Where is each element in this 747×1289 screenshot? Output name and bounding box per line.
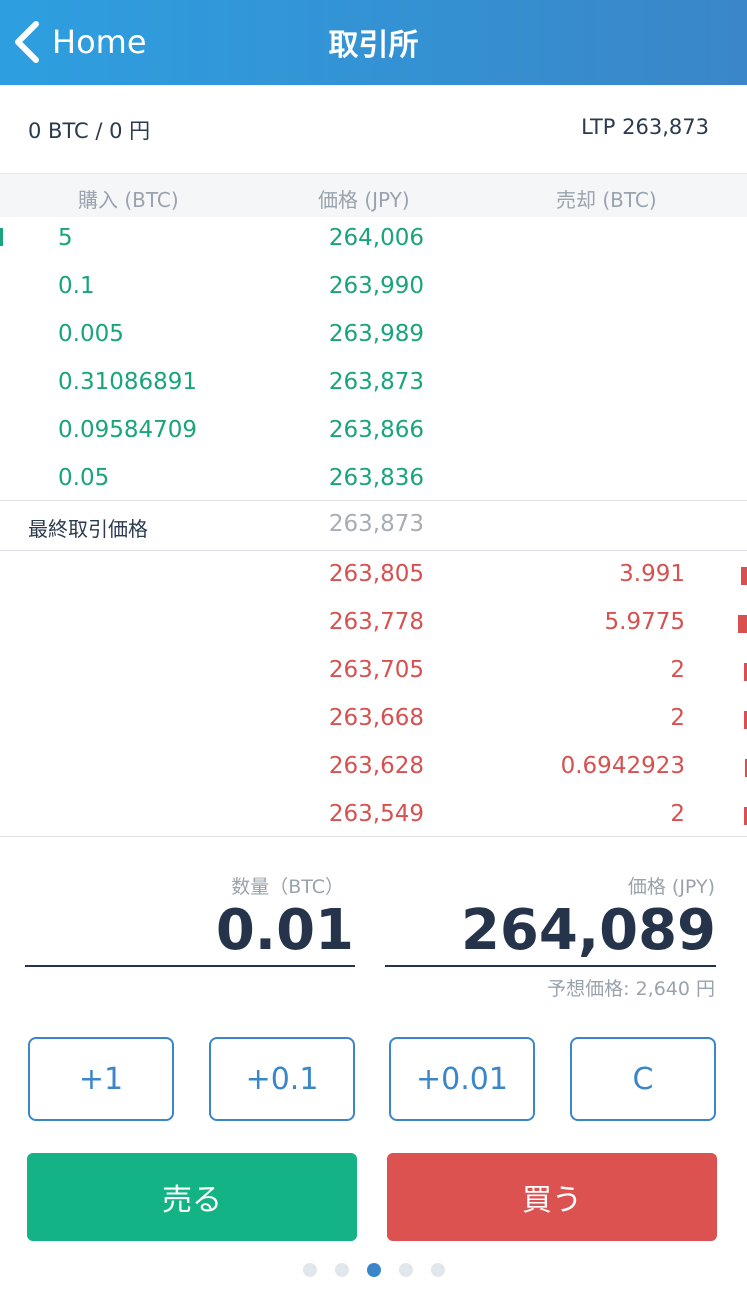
bid-quantity: 0.005 <box>58 321 124 347</box>
bid-price: 264,006 <box>328 225 424 251</box>
page-dot[interactable] <box>302 1263 317 1277</box>
price-input[interactable]: 264,089 <box>386 898 716 963</box>
ask-price: 263,805 <box>328 561 424 587</box>
last-trade-price: 263,873 <box>328 511 424 537</box>
ask-column-header: 売却 (BTC) <box>556 188 657 212</box>
price-label: 価格 (JPY) <box>627 876 715 898</box>
bid-quantity: 0.05 <box>58 465 110 491</box>
ask-row[interactable]: 263,705 2 <box>0 649 747 697</box>
estimated-price: 予想価格: 2,640 円 <box>547 978 715 1000</box>
bid-quantity: 0.1 <box>58 273 95 299</box>
divider <box>0 550 747 551</box>
bid-quantity: 0.31086891 <box>58 369 198 395</box>
ask-quantity: 5.9775 <box>604 609 685 635</box>
page-title: 取引所 <box>328 28 419 63</box>
bid-row[interactable]: 0.31086891 263,873 <box>0 361 747 409</box>
bid-price: 263,866 <box>328 417 424 443</box>
ltp-text: LTP 263,873 <box>581 115 709 139</box>
balance-row: 0 BTC / 0 円 LTP 263,873 <box>0 85 747 173</box>
clear-button[interactable]: C <box>570 1037 716 1121</box>
step-plus-1-button[interactable]: +1 <box>28 1037 174 1121</box>
app-header: Home 取引所 <box>0 0 747 85</box>
price-underline <box>385 965 716 967</box>
quantity-input[interactable]: 0.01 <box>26 898 354 963</box>
ask-price: 263,778 <box>328 609 424 635</box>
divider <box>0 836 747 837</box>
bid-row[interactable]: 0.1 263,990 <box>0 265 747 313</box>
ask-quantity: 0.6942923 <box>560 753 685 779</box>
page-dot[interactable] <box>334 1263 349 1277</box>
bid-row[interactable]: 0.09584709 263,866 <box>0 409 747 457</box>
bid-quantity: 0.09584709 <box>58 417 198 443</box>
bid-price: 263,990 <box>328 273 424 299</box>
bid-price: 263,873 <box>328 369 424 395</box>
ask-quantity: 3.991 <box>619 561 685 587</box>
bid-row[interactable]: 0.05 263,836 <box>0 457 747 505</box>
balance-text: 0 BTC / 0 円 <box>28 119 151 143</box>
ask-price: 263,668 <box>328 705 424 731</box>
orderbook-header: 購入 (BTC) 価格 (JPY) 売却 (BTC) <box>0 173 747 217</box>
bid-quantity: 5 <box>58 225 73 251</box>
buy-button[interactable]: 買う <box>387 1153 717 1241</box>
last-trade-label: 最終取引価格 <box>28 517 148 541</box>
ask-row[interactable]: 263,668 2 <box>0 697 747 745</box>
page-dot[interactable] <box>366 1263 381 1277</box>
ask-row[interactable]: 263,628 0.6942923 <box>0 745 747 793</box>
quantity-underline <box>25 965 355 967</box>
ask-quantity: 2 <box>670 801 685 827</box>
ask-price: 263,549 <box>328 801 424 827</box>
page-dot[interactable] <box>398 1263 413 1277</box>
ask-price: 263,705 <box>328 657 424 683</box>
ask-quantity: 2 <box>670 657 685 683</box>
last-trade-row: 最終取引価格 263,873 <box>0 501 747 550</box>
page-indicator <box>0 1263 747 1279</box>
ask-quantity: 2 <box>670 705 685 731</box>
ask-row[interactable]: 263,805 3.991 <box>0 553 747 601</box>
ask-row[interactable]: 263,549 2 <box>0 793 747 841</box>
ask-depth-bar <box>738 615 747 633</box>
page-dot[interactable] <box>430 1263 445 1277</box>
bid-row[interactable]: 5 264,006 <box>0 217 747 265</box>
price-column-header: 価格 (JPY) <box>318 188 410 212</box>
quantity-label: 数量（BTC） <box>231 876 344 898</box>
ask-depth-bar <box>741 567 747 585</box>
step-plus-0-01-button[interactable]: +0.01 <box>389 1037 535 1121</box>
sell-button[interactable]: 売る <box>27 1153 357 1241</box>
bid-price: 263,836 <box>328 465 424 491</box>
bid-row[interactable]: 0.005 263,989 <box>0 313 747 361</box>
ask-price: 263,628 <box>328 753 424 779</box>
bid-depth-bar <box>0 228 3 246</box>
ask-row[interactable]: 263,778 5.9775 <box>0 601 747 649</box>
bid-price: 263,989 <box>328 321 424 347</box>
step-plus-0-1-button[interactable]: +0.1 <box>209 1037 355 1121</box>
bid-column-header: 購入 (BTC) <box>78 188 179 212</box>
